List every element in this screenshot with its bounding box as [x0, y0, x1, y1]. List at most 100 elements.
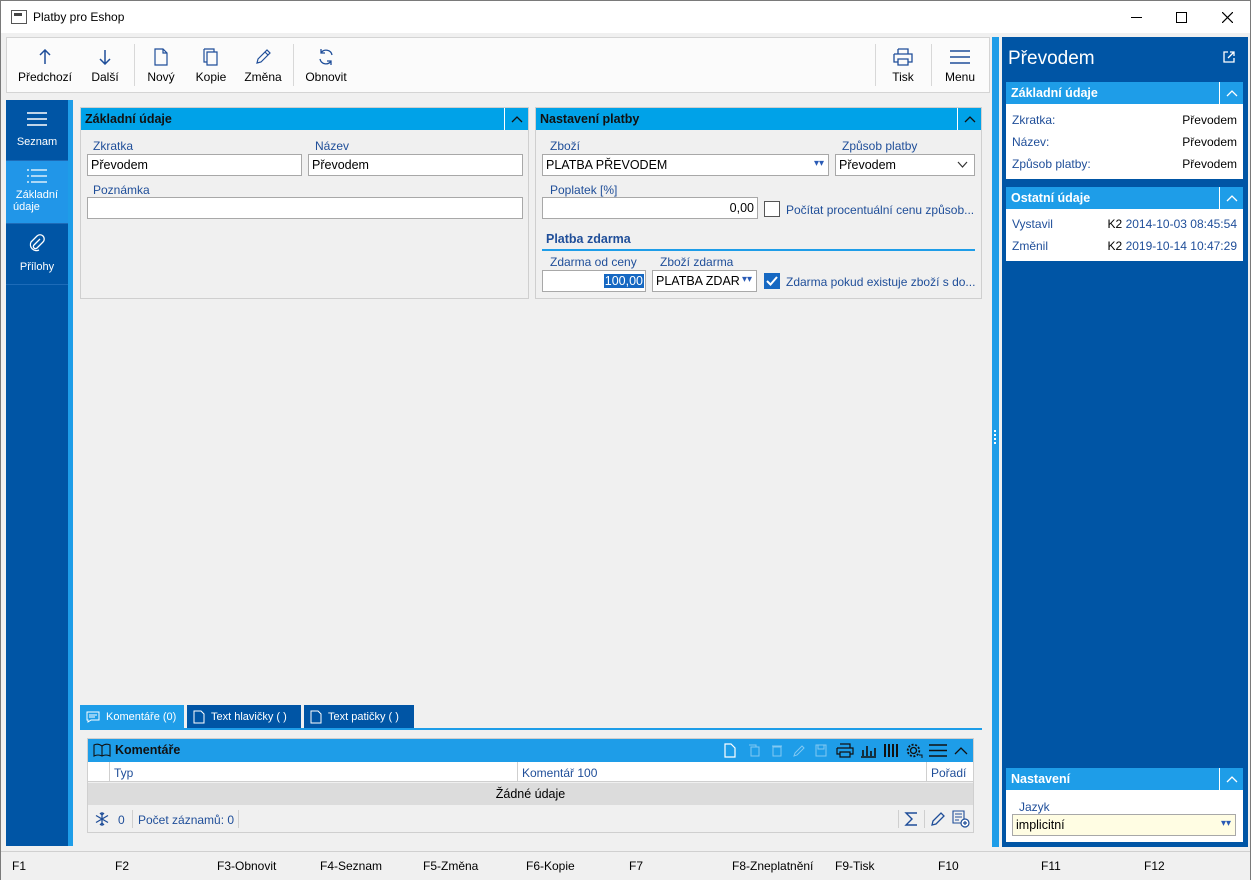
fkey-f12[interactable]: F12 [1144, 859, 1165, 873]
chevron-up-icon[interactable] [954, 746, 968, 755]
fkey-f4[interactable]: F4-Seznam [320, 859, 382, 873]
fkey-f5[interactable]: F5-Změna [423, 859, 478, 873]
toolbar-separator [875, 44, 876, 86]
fkey-f7[interactable]: F7 [629, 859, 643, 873]
section-divider [542, 249, 975, 251]
note-field[interactable] [87, 197, 523, 219]
copy-record-icon[interactable] [748, 744, 760, 757]
fkey-f3[interactable]: F3-Obnovit [217, 859, 276, 873]
grip-icon [994, 430, 997, 444]
name-field[interactable]: Převodem [308, 154, 523, 176]
nav-item-basic[interactable]: Základní údaje [6, 161, 68, 223]
edit-record-icon[interactable] [793, 744, 805, 757]
popout-icon[interactable] [1222, 50, 1236, 64]
chevron-up-icon [964, 116, 975, 123]
fee-label: Poplatek [%] [550, 183, 618, 197]
collapse-button[interactable] [504, 108, 528, 130]
fkey-f2[interactable]: F2 [115, 859, 129, 873]
checkmark-icon [766, 276, 778, 286]
collapse-button[interactable] [1219, 82, 1243, 104]
save-record-icon[interactable] [815, 744, 827, 757]
close-button[interactable] [1204, 1, 1250, 33]
percent-checkbox-label: Počítat procentuální cenu způsob... [786, 203, 975, 217]
grid-header: Komentáře [88, 739, 973, 762]
menu-button[interactable]: Menu [941, 46, 979, 84]
collapse-button[interactable] [957, 108, 981, 130]
chevron-up-icon [1226, 776, 1237, 783]
new-button[interactable]: Nový [143, 46, 179, 84]
toolbar: Předchozí Další Nový Kopie Změna Obnovit… [6, 37, 990, 93]
language-picker[interactable]: implicitní ▾▾ [1012, 814, 1236, 836]
fkey-f10[interactable]: F10 [938, 859, 959, 873]
splitter-bar[interactable] [992, 37, 999, 847]
free-from-field[interactable]: 100,00 [542, 270, 646, 292]
frozen-count: 0 [118, 813, 125, 827]
column-type[interactable]: Typ [110, 762, 518, 782]
print-button[interactable]: Tisk [887, 46, 919, 84]
pencil-icon[interactable] [930, 811, 946, 827]
basic-panel: Základní údaje Zkratka Převodem Název Př… [80, 107, 529, 299]
collapse-button[interactable] [1219, 768, 1243, 790]
note-label: Poznámka [93, 183, 150, 197]
goods-picker[interactable]: PLATBA PŘEVODEM ▾▾ [542, 154, 829, 176]
add-record-icon[interactable] [952, 810, 970, 828]
hamburger-icon[interactable] [929, 744, 947, 757]
free-from-label: Zdarma od ceny [550, 255, 637, 269]
info-row: Vystavil K2 2014-10-03 08:45:54 [1012, 217, 1237, 231]
minimize-button[interactable] [1113, 1, 1159, 33]
columns-icon[interactable] [883, 743, 900, 758]
tab-comments[interactable]: Komentáře (0) [80, 705, 184, 729]
toolbar-separator [293, 44, 294, 86]
edit-button[interactable]: Změna [243, 46, 283, 84]
comment-icon [86, 711, 100, 723]
nav-item-attachments[interactable]: Přílohy [6, 224, 68, 284]
abbr-field[interactable]: Převodem [87, 154, 302, 176]
footer-separator [238, 810, 239, 828]
collapse-button[interactable] [1219, 187, 1243, 209]
info-row: Název: Převodem [1012, 135, 1237, 149]
info-row: Změnil K2 2019-10-14 10:47:29 [1012, 239, 1237, 253]
list-icon [6, 161, 68, 183]
info-row: Zkratka: Převodem [1012, 113, 1237, 127]
tab-footer-text[interactable]: Text patičky ( ) [304, 705, 414, 729]
gear-icon[interactable] [906, 743, 923, 758]
chevron-up-icon [1226, 195, 1237, 202]
new-document-icon [143, 46, 179, 68]
free-goods-picker[interactable]: PLATBA ZDAR ▾▾ [652, 270, 757, 292]
printer-icon [887, 46, 919, 68]
copy-icon [193, 46, 229, 68]
sum-icon[interactable] [904, 811, 919, 827]
chevron-up-icon [1226, 90, 1237, 97]
nav-item-list[interactable]: Seznam [6, 100, 68, 160]
bar-chart-icon[interactable] [860, 743, 877, 758]
fkey-f6[interactable]: F6-Kopie [526, 859, 575, 873]
method-select[interactable]: Převodem [835, 154, 975, 176]
document-icon [310, 710, 322, 724]
prev-button[interactable]: Předchozí [17, 46, 73, 84]
tab-header-text[interactable]: Text hlavičky ( ) [187, 705, 301, 729]
abbr-label: Zkratka [93, 139, 134, 153]
snowflake-icon[interactable] [94, 811, 110, 827]
column-comment[interactable]: Komentář 100 [518, 762, 927, 782]
column-selector[interactable] [88, 762, 110, 782]
free-if-checkbox[interactable] [764, 273, 780, 289]
copy-button[interactable]: Kopie [193, 46, 229, 84]
refresh-button[interactable]: Obnovit [303, 46, 349, 84]
fkey-f1[interactable]: F1 [12, 859, 26, 873]
new-record-icon[interactable] [724, 743, 736, 758]
next-button[interactable]: Další [85, 46, 125, 84]
maximize-button[interactable] [1158, 1, 1204, 33]
fkey-f9[interactable]: F9-Tisk [835, 859, 875, 873]
fkey-f11[interactable]: F11 [1041, 859, 1061, 873]
printer-icon[interactable] [836, 743, 854, 758]
footer-separator [924, 810, 925, 828]
percent-checkbox[interactable] [764, 201, 780, 217]
picker-icon: ▾▾ [741, 274, 752, 285]
column-order[interactable]: Pořadí [927, 762, 973, 782]
app-window: Platby pro Eshop Předchozí Další Nový Ko… [0, 0, 1251, 880]
info-row: Způsob platby: Převodem [1012, 157, 1237, 171]
nav-separator [6, 284, 68, 285]
fee-field[interactable]: 0,00 [542, 197, 758, 219]
delete-record-icon[interactable] [771, 744, 783, 757]
fkey-f8[interactable]: F8-Zneplatnění [732, 859, 813, 873]
